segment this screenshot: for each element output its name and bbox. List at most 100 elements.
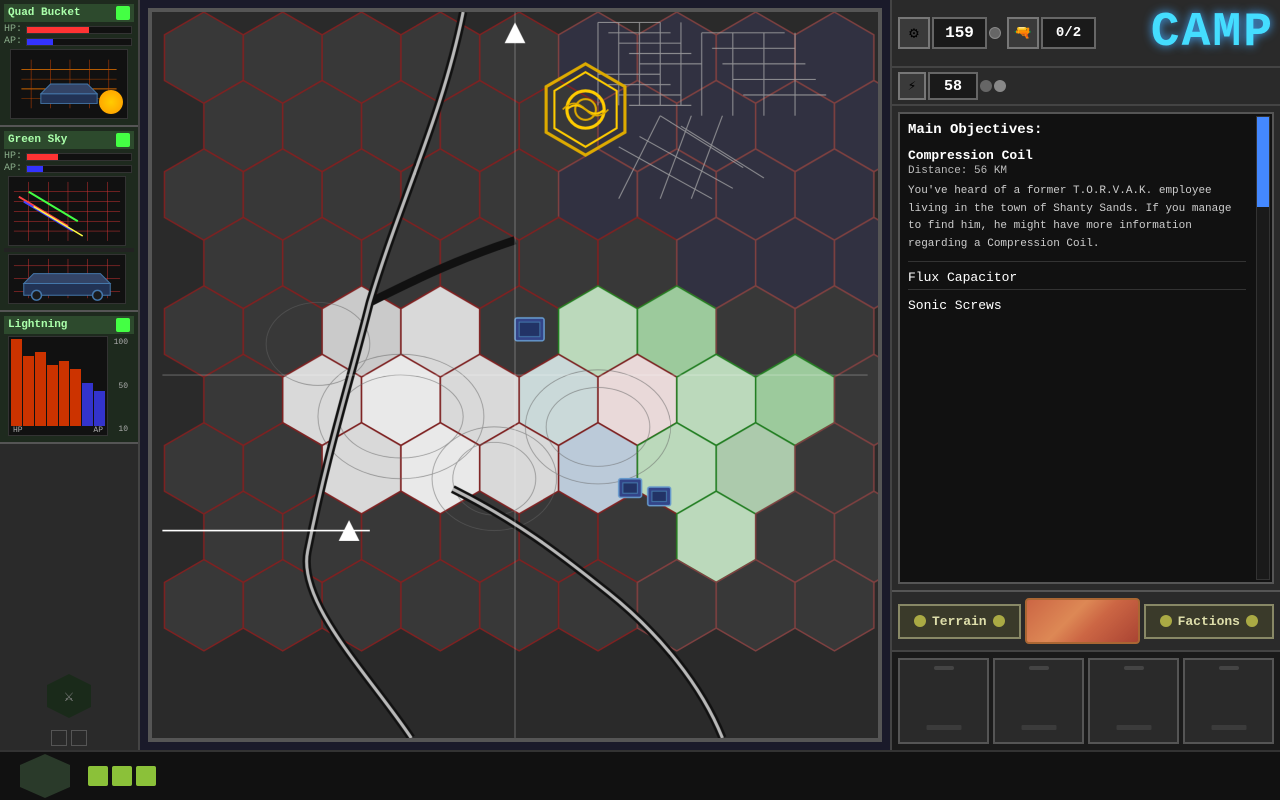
stat-block-2: 🔫 0/2 [1007,17,1096,49]
ap-label-2: AP: [4,163,24,174]
factions-btn-dot-left [1160,615,1172,627]
map-container [140,0,890,750]
stat1-value: 159 [932,17,987,49]
hp-bar-2 [27,154,58,160]
hex-icons: ⚔ [0,666,138,726]
hex-status-icon [20,754,70,798]
unit-svg-mini [9,254,125,303]
stat2-value: 0/2 [1041,17,1096,49]
chart-bar-5 [59,361,70,426]
chart-axis: HP AP [9,426,107,435]
objective-2: Flux Capacitor [908,270,1246,290]
hp-bar-container-1 [26,26,132,34]
stat-block-3: ⚡ 58 [898,72,1006,100]
slot-bottom-handle-4 [1211,725,1246,730]
status-dot-1 [51,730,67,746]
objectives-content: Main Objectives: Compression Coil Distan… [908,122,1246,313]
status-dot-2 [71,730,87,746]
spacer-1 [4,248,134,252]
unit-indicator-lightning [116,318,130,332]
stat2-icon: 🔫 [1007,17,1039,49]
chart-bar-7 [82,383,93,427]
terrain-btn-dot-right [993,615,1005,627]
stat3-icon: ⚡ [898,72,926,100]
objectives-panel: Main Objectives: Compression Coil Distan… [898,112,1274,584]
left-sidebar: Quad Bucket HP: AP: [0,0,140,750]
factions-button[interactable]: Factions [1144,604,1274,639]
chart-bar-6 [70,369,81,426]
chart-bar-1 [11,339,22,426]
second-stats-bar: ⚡ 58 [892,68,1280,106]
unit-green-sky: Green Sky HP: AP: [0,127,138,312]
camp-title-container: CAMP [1151,6,1274,60]
unit-avatar-green-sky [8,176,126,246]
camp-title: CAMP [1151,6,1274,60]
slot-bottom-handle-3 [1116,725,1151,730]
inv-slot-3[interactable] [1088,658,1179,744]
center-toggle-button[interactable] [1025,598,1140,644]
objectives-title: Main Objectives: [908,122,1246,138]
factions-btn-dot-right [1246,615,1258,627]
hp-label-2: HP: [4,151,24,162]
stat-block-1: ⚙ 159 [898,17,1001,49]
yellow-indicator [99,90,123,114]
ap-bar-2 [27,166,43,172]
map-frame[interactable] [148,8,882,742]
scrollbar-thumb [1257,117,1269,207]
objective-1-detail: Distance: 56 KM [908,165,1246,177]
sidebar-bottom: ⚔ [0,444,138,750]
objective-3: Sonic Screws [908,298,1246,313]
ap-bar-container-1 [26,38,132,46]
chart-label-ap: AP [93,426,103,435]
stat1-icon: ⚙ [898,17,930,49]
right-panel: ⚙ 159 🔫 0/2 CAMP ⚡ 58 [890,0,1280,750]
unit-name-quad-bucket: Quad Bucket [8,7,81,19]
inv-slot-4[interactable] [1183,658,1274,744]
objective-3-name: Sonic Screws [908,298,1246,313]
unit-avatar-quad-bucket [10,49,128,119]
hex-icon-1[interactable]: ⚔ [47,674,91,718]
terrain-btn-label: Terrain [932,614,987,629]
terrain-btn-dot-left [914,615,926,627]
unit-name-lightning: Lightning [8,319,67,331]
chart-bar-4 [47,365,58,426]
chart-y-100: 100 [110,338,128,347]
unit-indicator-quad-bucket [116,6,130,20]
chart-bar-3 [35,352,46,426]
status-light-1 [88,766,108,786]
objective-1: Compression Coil Distance: 56 KM You've … [908,148,1246,262]
chart-y-10: 10 [110,425,128,434]
bottom-status-lights [88,766,156,786]
slot-top-handle-2 [1029,666,1049,670]
ap-label-1: AP: [4,36,24,47]
stat3-dot2 [994,80,1006,92]
slot-top-handle-1 [934,666,954,670]
map-svg [152,12,878,738]
chart-bars-area [9,337,107,426]
hp-bar-1 [27,27,89,33]
stat3-value: 58 [928,72,978,100]
objective-1-name: Compression Coil [908,148,1246,163]
terrain-button[interactable]: Terrain [898,604,1021,639]
hex-icon-1-symbol: ⚔ [64,686,74,706]
unit-indicator-green-sky [116,133,130,147]
unit-quad-bucket: Quad Bucket HP: AP: [0,0,138,127]
chart-bar-2 [23,356,34,426]
slot-top-handle-3 [1124,666,1144,670]
unit-name-green-sky: Green Sky [8,134,67,146]
scrollbar-track[interactable] [1256,116,1270,580]
inv-slot-2[interactable] [993,658,1084,744]
lightning-chart-container: HP AP 100 50 10 [8,336,130,436]
chart-label-hp: HP [13,426,23,435]
unit-svg-green-sky [9,177,125,246]
slot-bottom-handle-2 [1021,725,1056,730]
ap-bar-1 [27,39,53,45]
unit-mini-panel [8,254,126,304]
factions-btn-label: Factions [1178,614,1240,629]
status-dots [0,726,138,750]
status-light-2 [112,766,132,786]
status-light-3 [136,766,156,786]
ap-bar-container-2 [26,165,132,173]
inv-slot-1[interactable] [898,658,989,744]
top-stats-bar: ⚙ 159 🔫 0/2 CAMP [892,0,1280,68]
